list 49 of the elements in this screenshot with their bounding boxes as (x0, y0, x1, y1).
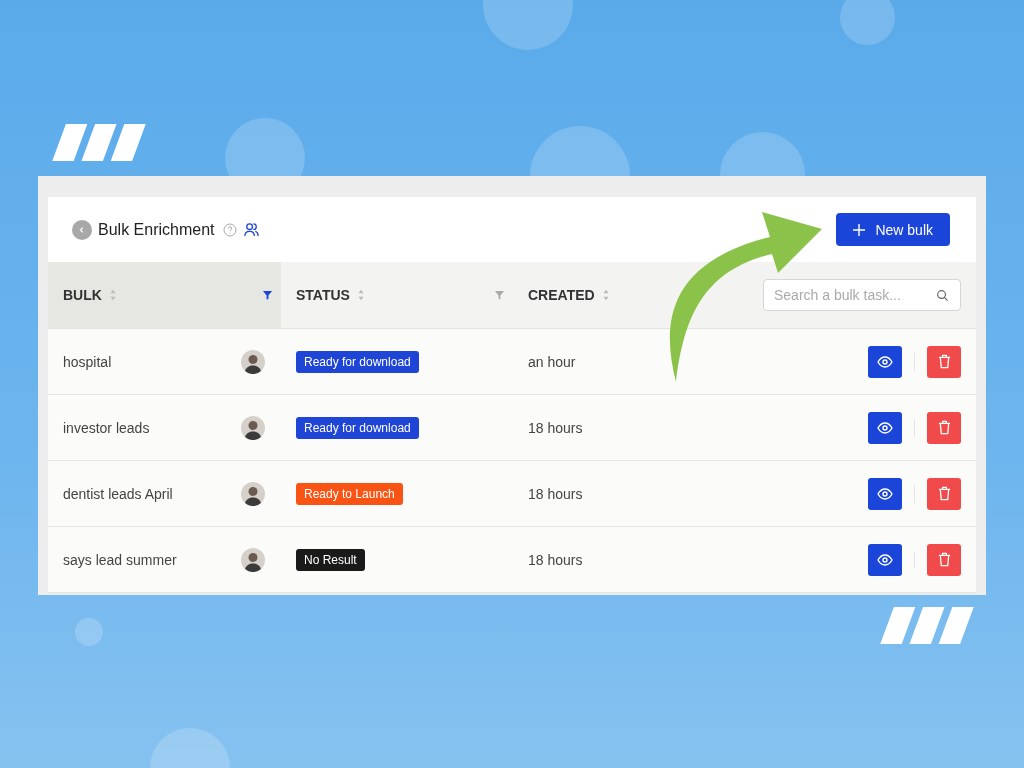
created-time: 18 hours (528, 485, 583, 502)
view-button[interactable] (868, 477, 902, 510)
help-icon[interactable] (222, 222, 237, 237)
delete-button[interactable] (927, 543, 961, 576)
view-button[interactable] (868, 411, 902, 444)
search-field[interactable]: Search a bulk task... (763, 279, 961, 311)
users-icon[interactable] (242, 221, 260, 238)
filter-icon[interactable] (262, 289, 273, 301)
created-time: an hour (528, 353, 576, 370)
column-header[interactable]: CREATED (528, 287, 595, 303)
background-circle (75, 618, 103, 646)
bulk-name: investor leads (63, 419, 150, 436)
chevron-left-icon (78, 225, 86, 234)
plus-icon (853, 223, 866, 236)
view-button[interactable] (868, 543, 902, 576)
eye-icon (877, 355, 893, 368)
page-title: Bulk Enrichment (98, 220, 215, 239)
background-circle (840, 0, 895, 45)
delete-button[interactable] (927, 477, 961, 510)
eye-icon (877, 553, 893, 566)
created-time: 18 hours (528, 551, 583, 568)
eye-icon (877, 421, 893, 434)
bulk-name: dentist leads April (63, 485, 173, 502)
status-tag: Ready for download (296, 350, 419, 373)
view-button[interactable] (868, 345, 902, 378)
status-tag: No Result (296, 548, 365, 571)
eye-icon (877, 487, 893, 500)
status-tag: Ready for download (296, 416, 419, 439)
bulk-name: hospital (63, 353, 112, 370)
trash-icon (937, 486, 951, 501)
created-time: 18 hours (528, 419, 583, 436)
status-tag: Ready to Launch (296, 482, 403, 505)
new-bulk-button[interactable]: New bulk (836, 213, 950, 246)
avatar-icon (241, 481, 265, 506)
column-header[interactable]: BULK (63, 287, 102, 303)
avatar-icon (241, 547, 265, 572)
avatar-icon (241, 415, 265, 440)
delete-button[interactable] (927, 411, 961, 444)
logo-icon (880, 607, 974, 644)
bulk-name: says lead summer (63, 551, 177, 568)
trash-icon (937, 552, 951, 567)
column-header[interactable]: STATUS (296, 287, 350, 303)
delete-button[interactable] (927, 345, 961, 378)
back-button[interactable] (72, 219, 92, 240)
avatar-icon (241, 349, 265, 374)
trash-icon (937, 354, 951, 369)
search-icon (936, 289, 949, 302)
trash-icon (937, 420, 951, 435)
logo-icon (52, 124, 146, 161)
